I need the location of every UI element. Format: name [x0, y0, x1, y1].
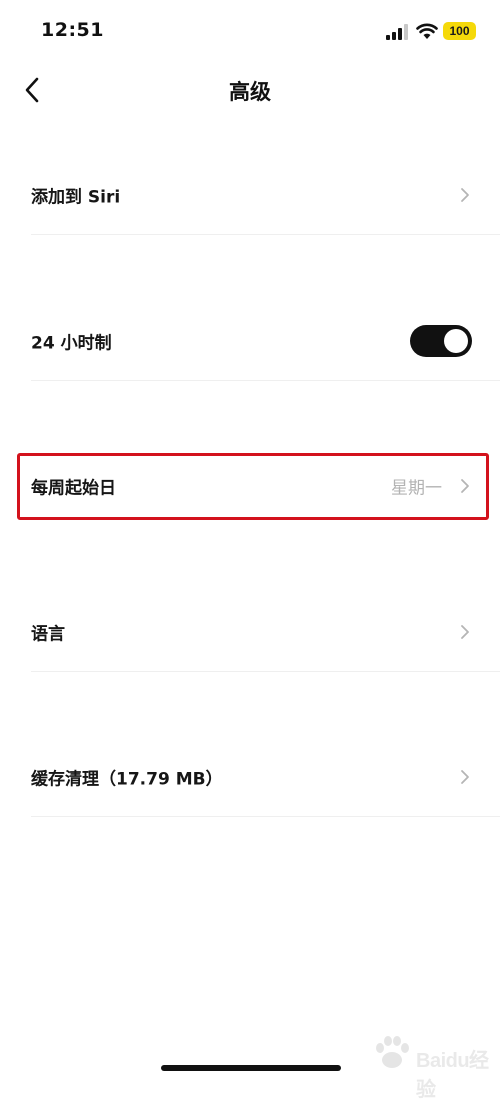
home-indicator[interactable] [161, 1065, 341, 1071]
setting-row-add-to-siri[interactable]: 添加到 Siri [0, 155, 500, 235]
signal-icon [386, 24, 408, 40]
setting-row-24-hour: 24 小时制 [0, 301, 500, 381]
row-divider [31, 234, 500, 235]
setting-row-week-start[interactable]: 每周起始日 星期一 [0, 446, 500, 526]
setting-row-language[interactable]: 语言 [0, 592, 500, 672]
watermark-text: Baidu经验 [416, 1050, 489, 1101]
chevron-right-icon [461, 188, 469, 202]
row-label: 缓存清理（17.79 MB） [31, 769, 223, 790]
row-label: 24 小时制 [31, 333, 112, 354]
row-value: 星期一 [391, 478, 442, 499]
status-time: 12:51 [41, 19, 104, 41]
row-divider [31, 816, 500, 817]
wifi-icon [416, 23, 438, 39]
chevron-right-icon [461, 479, 469, 493]
paw-icon [376, 1036, 409, 1068]
row-divider [31, 380, 500, 381]
chevron-right-icon [461, 770, 469, 784]
setting-row-clear-cache[interactable]: 缓存清理（17.79 MB） [0, 737, 500, 817]
24-hour-toggle[interactable] [410, 325, 472, 357]
status-bar: 12:51 100 [0, 0, 500, 60]
row-label: 每周起始日 [31, 478, 116, 499]
chevron-right-icon [461, 625, 469, 639]
toggle-knob [444, 329, 468, 353]
row-label: 语言 [31, 624, 65, 645]
row-divider [31, 671, 500, 672]
watermark: Baidu经验 [368, 1028, 496, 1101]
battery-icon: 100 [443, 22, 476, 40]
page-title: 高级 [229, 80, 271, 104]
row-label: 添加到 Siri [31, 187, 121, 208]
nav-bar: 高级 [0, 62, 500, 118]
